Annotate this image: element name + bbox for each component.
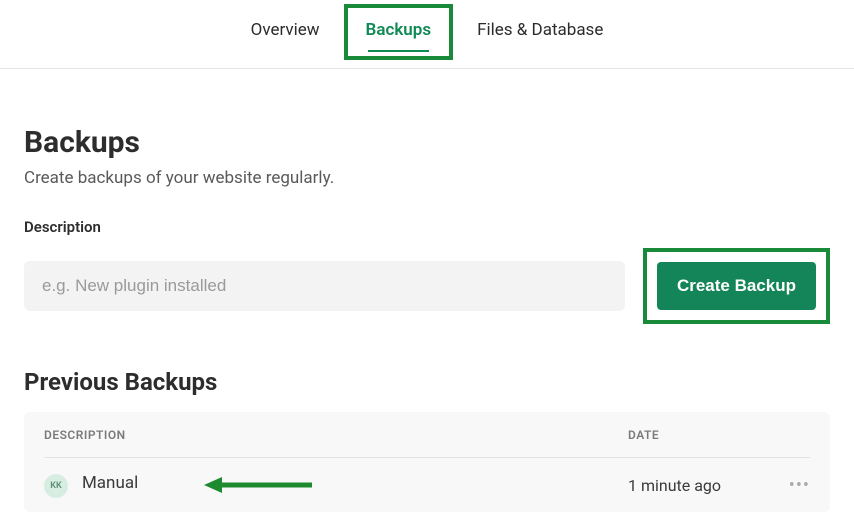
page-subtitle: Create backups of your website regularly… (24, 168, 830, 188)
row-description-text: Manual (82, 473, 138, 493)
row-date: 1 minute ago (628, 476, 778, 495)
tab-label: Overview (251, 20, 320, 40)
col-header-description: DESCRIPTION (44, 428, 628, 442)
table-header: DESCRIPTION DATE (44, 412, 810, 458)
tab-files-database[interactable]: Files & Database (473, 10, 607, 52)
table-row[interactable]: KK Manual 1 minute ago ••• (44, 458, 810, 512)
page-content: Backups Create backups of your website r… (0, 69, 854, 512)
tab-overview[interactable]: Overview (247, 10, 324, 52)
previous-backups-title: Previous Backups (24, 368, 830, 396)
row-actions-button[interactable]: ••• (778, 475, 810, 496)
avatar: KK (44, 474, 68, 498)
create-backup-form: Create Backup (24, 248, 830, 324)
previous-backups-table: DESCRIPTION DATE KK Manual 1 minute ago … (24, 412, 830, 512)
description-input[interactable] (24, 261, 625, 311)
page-title: Backups (24, 125, 830, 160)
tab-label: Files & Database (477, 20, 603, 40)
tab-label: Backups (366, 20, 432, 40)
create-backup-button[interactable]: Create Backup (657, 262, 816, 310)
row-description-cell: KK Manual (44, 473, 628, 498)
description-label: Description (24, 218, 830, 236)
tab-backups[interactable]: Backups (362, 10, 436, 52)
col-header-date: DATE (628, 428, 778, 442)
annotation-highlight: Create Backup (643, 248, 830, 324)
more-icon: ••• (789, 475, 810, 496)
tabs-bar: Overview Backups Files & Database (0, 0, 854, 69)
